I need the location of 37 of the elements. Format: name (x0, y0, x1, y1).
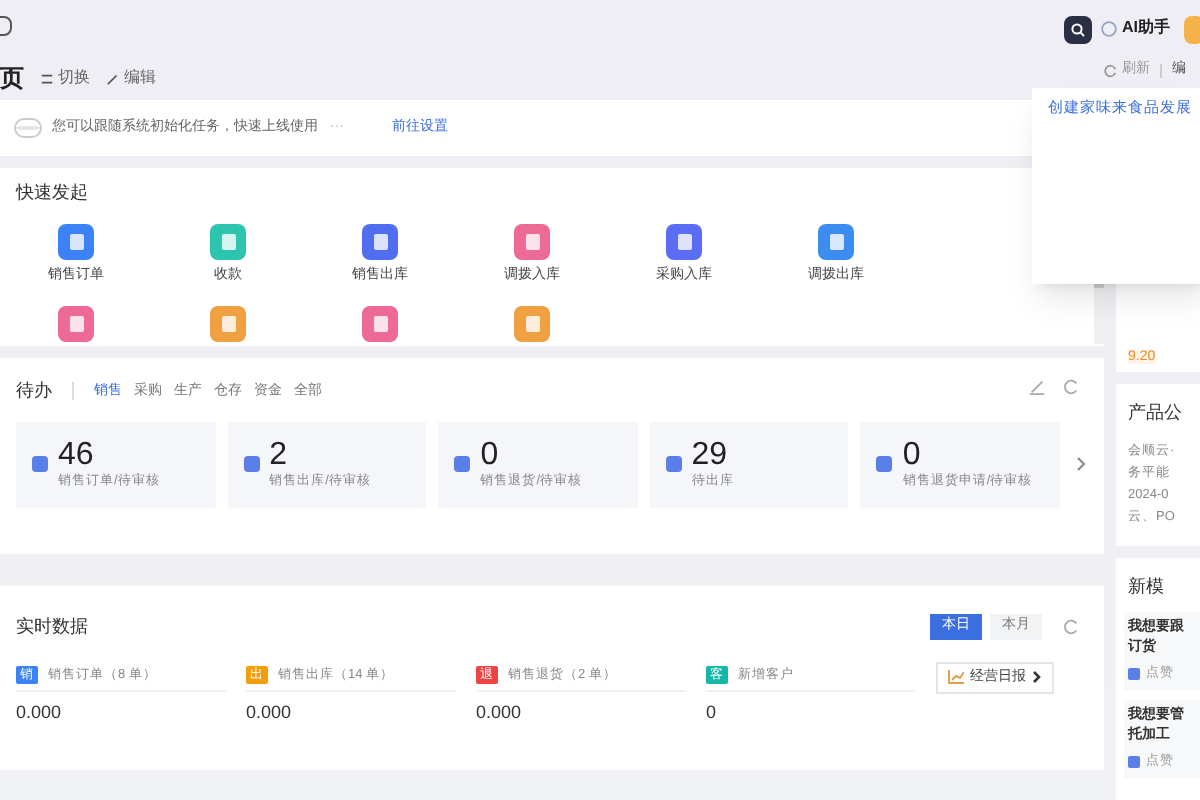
edit-icon[interactable] (1028, 378, 1046, 396)
section-title: 快速发起 (16, 180, 90, 206)
header-action[interactable]: 编辑 (106, 66, 156, 90)
notice-icon (16, 120, 40, 136)
edit-icon (106, 71, 120, 85)
todo-count: 0 (480, 437, 501, 472)
metric-value: 0.000 (476, 700, 524, 727)
section-title: 实时数据 (16, 614, 88, 640)
refresh-icon[interactable] (1062, 378, 1080, 396)
card-icon (876, 456, 893, 472)
card-icon (665, 456, 682, 472)
chart-icon (948, 670, 964, 685)
search-button[interactable] (1064, 16, 1092, 44)
todo-count: 46 (58, 437, 96, 472)
todo-count: 2 (269, 437, 289, 472)
metric-value: 0 (706, 700, 719, 727)
chevron-icon (1032, 670, 1042, 685)
todo-count: 29 (691, 437, 730, 472)
page-title: 页 (0, 62, 24, 96)
metric-value: 0.000 (246, 700, 294, 727)
section-title: 待办 (16, 378, 52, 404)
todo-count: 0 (902, 437, 923, 472)
ai-assistant-button[interactable]: AI助手 (1100, 16, 1170, 40)
ai-icon (1100, 19, 1118, 37)
search-icon (1070, 22, 1086, 38)
metric-value: 0.000 (16, 700, 64, 727)
refresh-icon (1104, 63, 1118, 78)
user-badge[interactable] (1184, 16, 1200, 44)
refresh-icon[interactable] (1062, 617, 1080, 636)
announcement-title: 产品公 (1128, 400, 1184, 427)
header-action[interactable]: 切换 (40, 66, 90, 90)
next-arrow-icon[interactable] (1075, 456, 1088, 472)
card-icon (454, 456, 471, 472)
card-icon (243, 456, 260, 472)
card-icon (32, 456, 48, 472)
switch-icon (40, 71, 54, 85)
section-title: 新模 (1128, 573, 1166, 600)
